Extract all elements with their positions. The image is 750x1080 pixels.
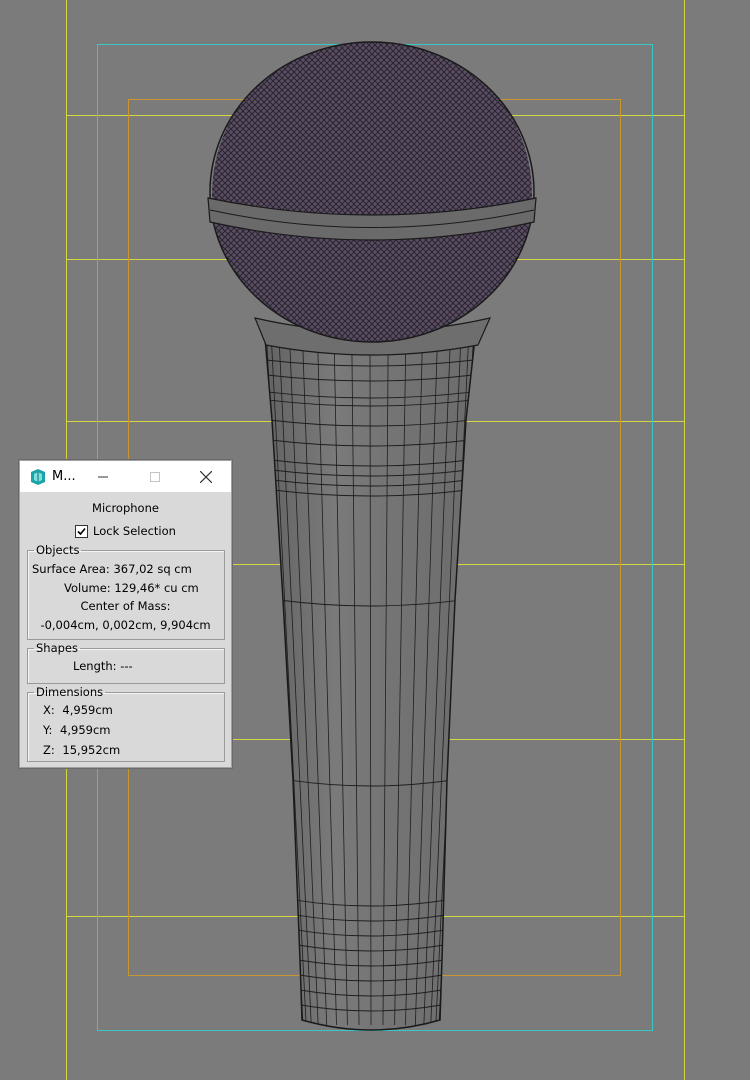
dimension-z-row: Z: 15,952cm [43, 743, 120, 757]
dimension-y-value: 4,959cm [60, 723, 111, 737]
dimension-x-label: X: [43, 703, 55, 717]
dimension-z-label: Z: [43, 743, 55, 757]
volume-row: Volume: 129,46* cu cm [64, 581, 199, 595]
dimension-z-value: 15,952cm [62, 743, 121, 757]
shapes-legend: Shapes [36, 641, 79, 655]
object-name: Microphone [92, 501, 159, 515]
length-row: Length: --- [73, 659, 133, 673]
center-of-mass-label: Center of Mass: [80, 599, 171, 613]
volume-label: Volume: [64, 581, 111, 595]
surface-area-row: Surface Area: 367,02 sq cm [32, 562, 192, 576]
minimize-button[interactable] [80, 461, 126, 492]
dimensions-legend: Dimensions [36, 685, 104, 699]
maximize-icon [150, 471, 160, 482]
dimension-x-row: X: 4,959cm [43, 703, 113, 717]
dimension-y-label: Y: [43, 723, 53, 737]
objects-legend: Objects [36, 543, 80, 557]
max-app-icon [31, 469, 45, 485]
minimize-icon [98, 476, 108, 477]
dimension-y-row: Y: 4,959cm [43, 723, 110, 737]
maximize-button[interactable] [132, 461, 178, 492]
lock-selection-checkbox[interactable] [75, 524, 89, 538]
surface-area-value: 367,02 sq cm [113, 562, 192, 576]
lock-selection-row[interactable]: Lock Selection [20, 524, 231, 538]
center-of-mass-value: -0,004cm, 0,002cm, 9,904cm [40, 618, 211, 632]
dialog-titlebar[interactable]: M... [20, 461, 231, 492]
surface-area-label: Surface Area: [32, 562, 110, 576]
dimension-x-value: 4,959cm [62, 703, 113, 717]
length-label: Length: [73, 659, 117, 673]
volume-value: 129,46* cu cm [114, 581, 199, 595]
close-button[interactable] [183, 461, 229, 492]
checkmark-icon [77, 527, 86, 535]
dialog-title: M... [52, 469, 76, 484]
measure-dialog[interactable]: M... Microphone Lock Selection Objects S… [19, 460, 232, 768]
lock-selection-label: Lock Selection [93, 524, 176, 538]
length-value: --- [120, 659, 133, 673]
close-icon [200, 470, 212, 483]
microphone-model [207, 41, 537, 1031]
